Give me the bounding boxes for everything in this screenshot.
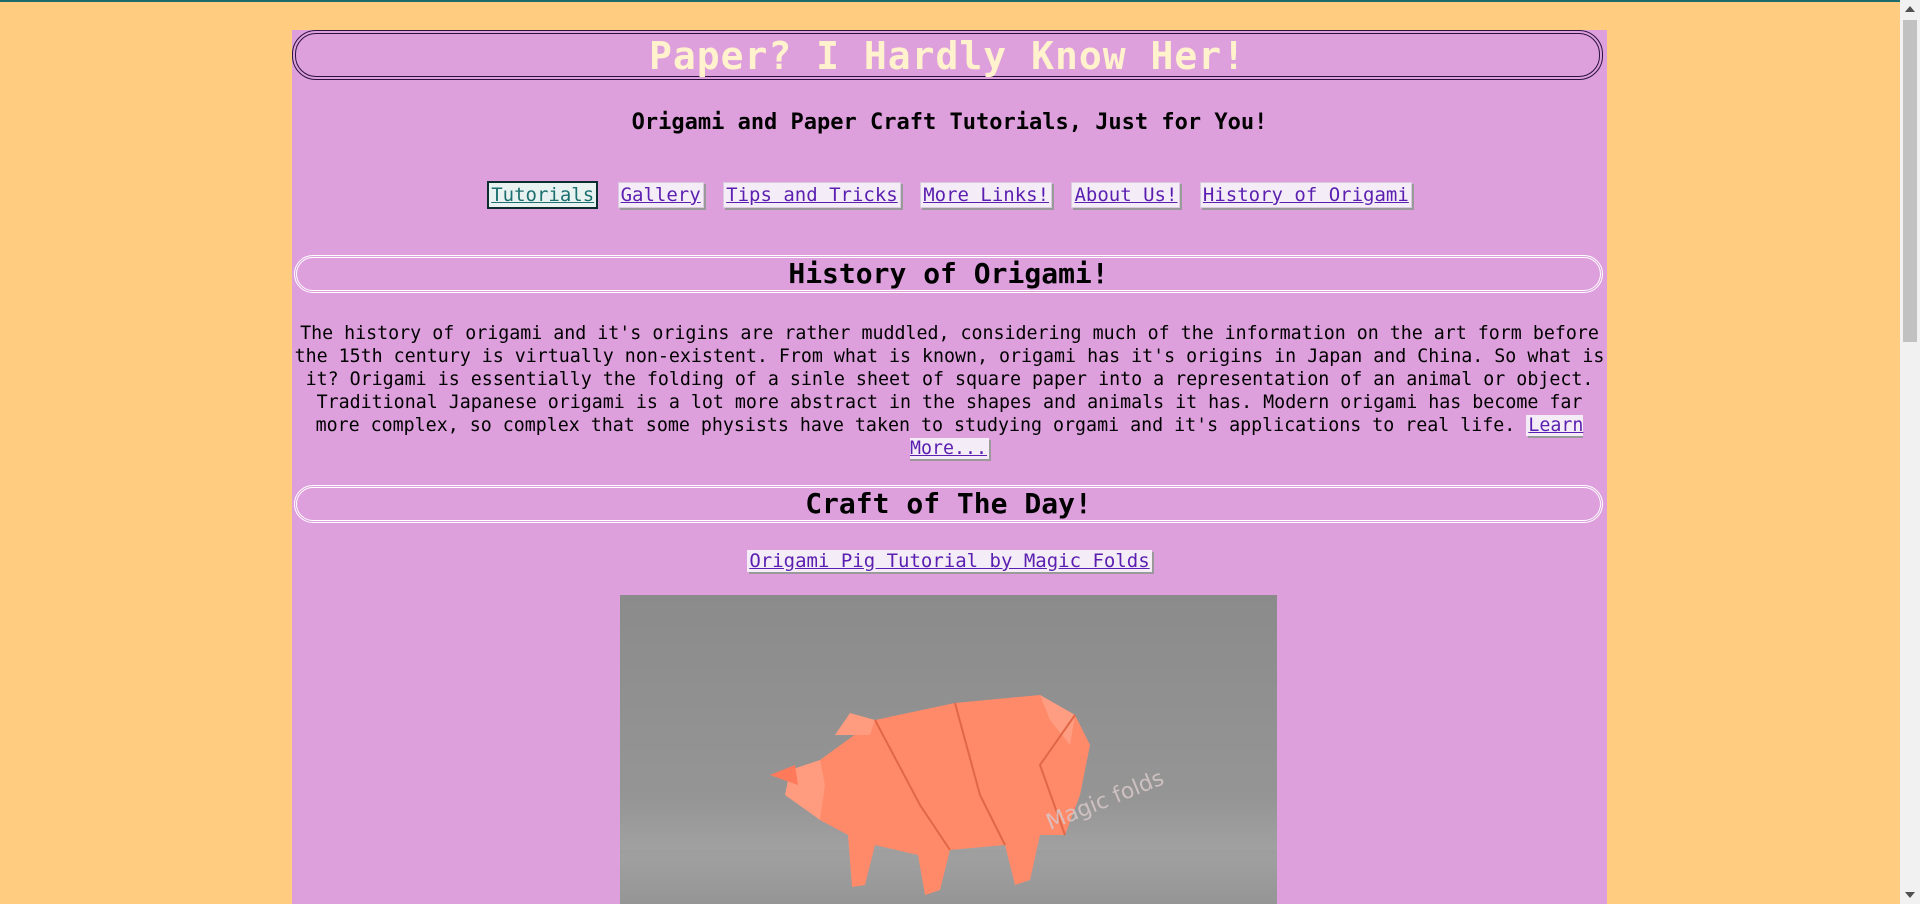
- nav-tutorials[interactable]: Tutorials: [487, 181, 599, 209]
- history-heading: History of Origami!: [294, 255, 1603, 293]
- origami-pig-image: Magic folds: [620, 595, 1277, 904]
- scroll-up-icon[interactable]: [1905, 6, 1915, 12]
- scroll-down-icon[interactable]: [1905, 892, 1915, 898]
- page-scrollbar[interactable]: [1900, 0, 1920, 904]
- nav-more-links[interactable]: More Links!: [920, 182, 1053, 208]
- history-paragraph: The history of origami and it's origins …: [294, 322, 1605, 460]
- nav-tips-and-tricks[interactable]: Tips and Tricks: [723, 182, 901, 208]
- scrollbar-thumb[interactable]: [1903, 20, 1917, 342]
- tutorial-link-container: Origami Pig Tutorial by Magic Folds: [292, 550, 1607, 572]
- nav-gallery[interactable]: Gallery: [617, 182, 704, 208]
- content-column: Paper? I Hardly Know Her! Origami and Pa…: [292, 30, 1607, 904]
- nav-about-us[interactable]: About Us!: [1071, 182, 1181, 208]
- nav-history-of-origami[interactable]: History of Origami: [1199, 182, 1412, 208]
- main-nav: Tutorials Gallery Tips and Tricks More L…: [292, 181, 1607, 209]
- pig-tutorial-link[interactable]: Origami Pig Tutorial by Magic Folds: [747, 550, 1152, 572]
- window-top-border: [0, 0, 1920, 2]
- site-tagline: Origami and Paper Craft Tutorials, Just …: [631, 110, 1268, 135]
- site-title: Paper? I Hardly Know Her!: [292, 30, 1603, 80]
- craft-heading: Craft of The Day!: [294, 485, 1603, 523]
- history-body-text: The history of origami and it's origins …: [294, 323, 1605, 436]
